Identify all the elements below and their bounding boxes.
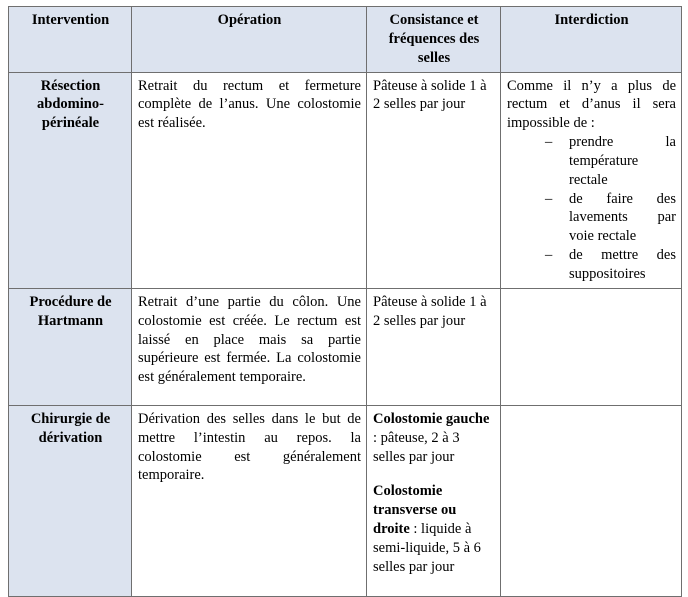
table-header-row: Intervention Opération Consistance et fr… <box>8 6 682 73</box>
document-page: Intervention Opération Consistance et fr… <box>0 0 688 597</box>
consistance-paragraph: Colostomie gauche : pâteuse, 2 à 3 selle… <box>373 410 495 467</box>
consistance-paragraph: Pâteuse à solide 1 à 2 selles par jour <box>373 293 495 331</box>
list-item-label: prendre la température rectale <box>569 134 676 188</box>
operation-text: Dérivation des selles dans le but de met… <box>138 410 361 484</box>
cell-interdiction <box>500 287 682 406</box>
cell-consistance: Pâteuse à solide 1 à 2 selles par jour <box>366 71 501 289</box>
consistance-lead: Colostomie gauche <box>373 410 490 427</box>
cell-operation: Retrait d’une partie du côlon. Une colos… <box>131 287 367 406</box>
list-item-label: de mettre des suppositoires <box>569 247 676 282</box>
column-header-consistance: Consistance et fréquences des selles <box>366 6 501 73</box>
consistance-paragraph: Colostomie transverse ou droite : liquid… <box>373 482 495 576</box>
cell-operation: Retrait du rectum et fermeture complète … <box>131 71 367 289</box>
consistance-text: Pâteuse à solide 1 à 2 selles par jour <box>373 77 487 113</box>
consistance-paragraph: Pâteuse à solide 1 à 2 selles par jour <box>373 77 495 115</box>
interdiction-intro: Comme il n’y a plus de rectum et d’anus … <box>507 77 676 132</box>
consistance-text: Pâteuse à solide 1 à 2 selles par jour <box>373 293 487 329</box>
dash-bullet-icon: – <box>545 134 553 151</box>
dash-bullet-icon: – <box>545 190 553 207</box>
cell-operation: Dérivation des selles dans le but de met… <box>131 404 367 597</box>
table-row: Procédure de Hartmann Retrait d’une part… <box>8 287 682 406</box>
interdiction-list: – prendre la température rectale – de fair… <box>507 133 676 284</box>
dash-bullet-icon: – <box>545 247 553 264</box>
cell-intervention: Résection abdomino-périnéale <box>8 71 132 289</box>
cell-consistance: Pâteuse à solide 1 à 2 selles par jour <box>366 287 501 406</box>
interventions-table: Intervention Opération Consistance et fr… <box>8 6 682 597</box>
list-item-label: de faire des lavements par voie rectale <box>569 190 676 245</box>
table-header: Intervention Opération Consistance et fr… <box>8 6 682 73</box>
column-header-intervention: Intervention <box>8 6 132 73</box>
column-header-operation: Opération <box>131 6 367 73</box>
cell-consistance: Colostomie gauche : pâteuse, 2 à 3 selle… <box>366 404 501 597</box>
cell-interdiction: Comme il n’y a plus de rectum et d’anus … <box>500 71 682 289</box>
table-row: Chirurgie de dérivation Dérivation des s… <box>8 404 682 597</box>
list-item: – de mettre des suppositoires <box>507 246 676 284</box>
table-body: Résection abdomino-périnéale Retrait du … <box>8 71 682 597</box>
table-row: Résection abdomino-périnéale Retrait du … <box>8 71 682 289</box>
cell-intervention: Procédure de Hartmann <box>8 287 132 406</box>
cell-interdiction <box>500 404 682 597</box>
cell-intervention: Chirurgie de dérivation <box>8 404 132 597</box>
column-header-interdiction: Interdiction <box>500 6 682 73</box>
operation-text: Retrait du rectum et fermeture complète … <box>138 77 361 132</box>
operation-text: Retrait d’une partie du côlon. Une colos… <box>138 293 361 386</box>
consistance-text: : pâteuse, 2 à 3 selles par jour <box>373 429 460 465</box>
list-item: – prendre la température rectale <box>507 133 676 190</box>
list-item: – de faire des lavements par voie rectale <box>507 190 676 247</box>
